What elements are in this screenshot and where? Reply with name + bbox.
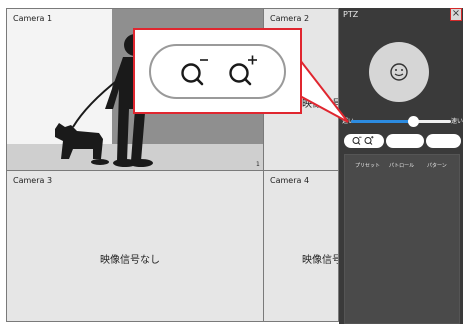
ptz-direction-pad[interactable] — [369, 42, 429, 102]
camera-4-label: Camera 4 — [270, 176, 310, 185]
camera-3-view[interactable]: Camera 3 映像信号なし — [6, 170, 264, 322]
zoom-controls-magnified — [149, 44, 286, 99]
tab-pattern[interactable]: パターン — [427, 162, 447, 169]
zoom-controls[interactable] — [344, 134, 384, 148]
camera-4-no-signal: 映像信号なし — [302, 255, 338, 266]
zoom-callout — [133, 28, 302, 114]
camera-2-no-signal: 映像信号なし — [302, 99, 338, 110]
ptz-panel: PTZ × 遅い 速い プリセット パトロール パターン — [339, 8, 463, 324]
speed-slider-handle[interactable] — [408, 116, 419, 127]
ptz-tabs: プリセット パトロール パターン — [344, 154, 460, 324]
close-button[interactable]: × — [450, 8, 462, 21]
ptz-title: PTZ — [343, 10, 359, 19]
zoom-in-icon[interactable] — [229, 55, 258, 86]
zoom-out-icon-small[interactable] — [352, 136, 362, 145]
camera-3-no-signal: 映像信号なし — [100, 255, 160, 266]
camera-2-label: Camera 2 — [270, 14, 310, 23]
iris-button[interactable] — [426, 134, 461, 148]
tab-preset[interactable]: プリセット — [355, 162, 380, 169]
speed-slider-fill — [351, 120, 413, 123]
camera-viewer: 1 Camera 1 Camera 2 映像信号なし Camera 3 映像信号… — [0, 0, 463, 324]
focus-button[interactable] — [386, 134, 424, 148]
tab-patrol[interactable]: パトロール — [389, 162, 414, 169]
camera-4-view[interactable]: Camera 4 映像信号なし — [263, 170, 339, 322]
ptz-center-icon[interactable] — [389, 62, 409, 82]
camera-3-label: Camera 3 — [13, 176, 53, 185]
speed-slider[interactable] — [351, 116, 451, 127]
zoom-in-icon-small[interactable] — [364, 136, 374, 145]
channel-number: 1 — [256, 161, 260, 168]
zoom-out-icon[interactable] — [181, 59, 209, 86]
speed-fast-label: 速い — [450, 118, 463, 125]
camera-1-label: Camera 1 — [13, 14, 53, 23]
